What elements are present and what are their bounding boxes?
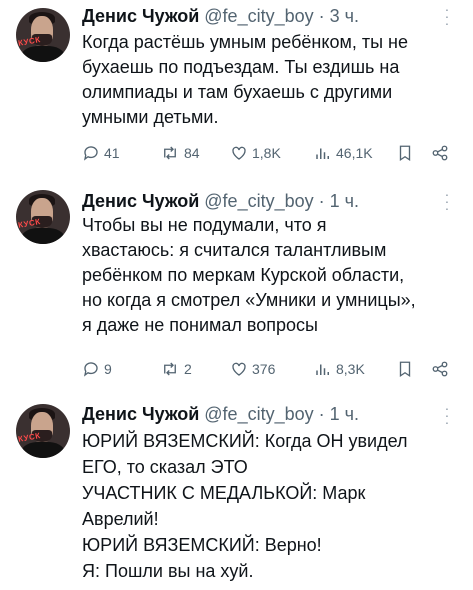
avatar-shirt: [22, 46, 64, 62]
share-icon: [432, 145, 448, 161]
retweet-count: 2: [184, 361, 192, 377]
tweet-text-line: хвастаюсь: я считался талантливым: [82, 240, 387, 260]
more-icon[interactable]: · · ·: [437, 187, 457, 215]
reply-button[interactable]: 9: [82, 359, 112, 379]
tweet-time[interactable]: 1 ч.: [330, 191, 359, 211]
avatar[interactable]: КУСК: [16, 404, 70, 458]
tweet-text: ЮРИЙ ВЯЗЕМСКИЙ: Когда ОН увидел ЕГО, то …: [82, 428, 461, 584]
tweet-text-line: Чтобы вы не подумали, что я: [82, 215, 327, 235]
retweet-count: 84: [184, 145, 200, 161]
separator-dot: ·: [318, 191, 325, 211]
retweet-button[interactable]: 2: [160, 359, 192, 379]
tweet-text: Когда растёшь умным ребёнком, ты не буха…: [82, 30, 461, 130]
author-name[interactable]: Денис Чужой: [82, 191, 199, 211]
more-icon[interactable]: · · ·: [437, 401, 457, 429]
like-count: 1,8K: [252, 145, 281, 161]
views-icon: [316, 364, 329, 375]
avatar-shirt: [22, 228, 64, 244]
tweet-text-line: я даже не понимал вопросы: [82, 315, 318, 335]
retweet-button[interactable]: 84: [160, 143, 200, 163]
heart-icon: [232, 362, 246, 376]
reply-count: 9: [104, 361, 112, 377]
tweet-header: Денис Чужой @fe_city_boy · 3 ч.: [82, 4, 461, 28]
bookmark-icon: [399, 145, 411, 162]
bookmark-button[interactable]: [396, 143, 418, 163]
tweet-text-line: умными детьми.: [82, 107, 219, 127]
like-button[interactable]: 376: [230, 359, 275, 379]
reply-icon: [83, 146, 98, 161]
tweet-text-line: бухаешь по подъездам. Ты ездишь на: [82, 57, 400, 77]
author-name[interactable]: Денис Чужой: [82, 6, 199, 26]
separator-dot: ·: [318, 6, 325, 26]
tweet-text-line: ЕГО, то сказал ЭТО: [82, 457, 248, 477]
tweet-time[interactable]: 3 ч.: [330, 6, 359, 26]
tweet-text-line: но когда я смотрел «Умники и умницы»,: [82, 290, 416, 310]
tweet-text-line: Аврелий!: [82, 509, 159, 529]
reply-count: 41: [104, 145, 120, 161]
tweet-text-line: ЮРИЙ ВЯЗЕМСКИЙ: Когда ОН увидел: [82, 431, 408, 451]
tweet-text-line: УЧАСТНИК С МЕДАЛЬКОЙ: Марк: [82, 483, 366, 503]
share-button[interactable]: [430, 143, 454, 163]
avatar[interactable]: КУСК: [16, 190, 70, 244]
views-button[interactable]: 8,3K: [314, 359, 365, 379]
like-count: 376: [252, 361, 276, 377]
action-bar: 41 84 1,8K 46,1K: [82, 143, 457, 163]
tweet-text-line: ребёнком по меркам Курской области,: [82, 265, 405, 285]
tweet-header: Денис Чужой @fe_city_boy · 1 ч.: [82, 402, 461, 426]
avatar-shirt: [22, 442, 64, 458]
tweet-text-line: Я: Пошли вы на хуй.: [82, 561, 254, 581]
retweet-icon: [164, 146, 176, 160]
share-button[interactable]: [430, 359, 454, 379]
bookmark-icon: [399, 361, 411, 378]
author-name[interactable]: Денис Чужой: [82, 404, 199, 424]
author-handle[interactable]: @fe_city_boy: [204, 404, 313, 424]
tweet-text: Чтобы вы не подумали, что я хвастаюсь: я…: [82, 213, 461, 338]
separator-dot: ·: [318, 404, 325, 424]
tweet-header: Денис Чужой @fe_city_boy · 1 ч.: [82, 189, 461, 213]
author-handle[interactable]: @fe_city_boy: [204, 6, 313, 26]
avatar[interactable]: КУСК: [16, 8, 70, 62]
views-count: 8,3K: [336, 361, 365, 377]
views-button[interactable]: 46,1K: [314, 143, 373, 163]
tweet-text-line: олимпиады и там бухаешь с другими: [82, 82, 393, 102]
reply-button[interactable]: 41: [82, 143, 120, 163]
bookmark-button[interactable]: [396, 359, 418, 379]
heart-icon: [232, 146, 246, 160]
tweet-text-line: ЮРИЙ ВЯЗЕМСКИЙ: Верно!: [82, 535, 322, 555]
retweet-icon: [164, 362, 176, 376]
more-icon[interactable]: · · ·: [437, 2, 457, 30]
views-count: 46,1K: [336, 145, 373, 161]
views-icon: [316, 148, 329, 159]
action-bar: 9 2 376 8,3K: [82, 359, 457, 379]
share-icon: [432, 361, 448, 377]
like-button[interactable]: 1,8K: [230, 143, 281, 163]
tweet-time[interactable]: 1 ч.: [330, 404, 359, 424]
author-handle[interactable]: @fe_city_boy: [204, 191, 313, 211]
tweet-text-line: Когда растёшь умным ребёнком, ты не: [82, 32, 408, 52]
reply-icon: [83, 362, 98, 377]
